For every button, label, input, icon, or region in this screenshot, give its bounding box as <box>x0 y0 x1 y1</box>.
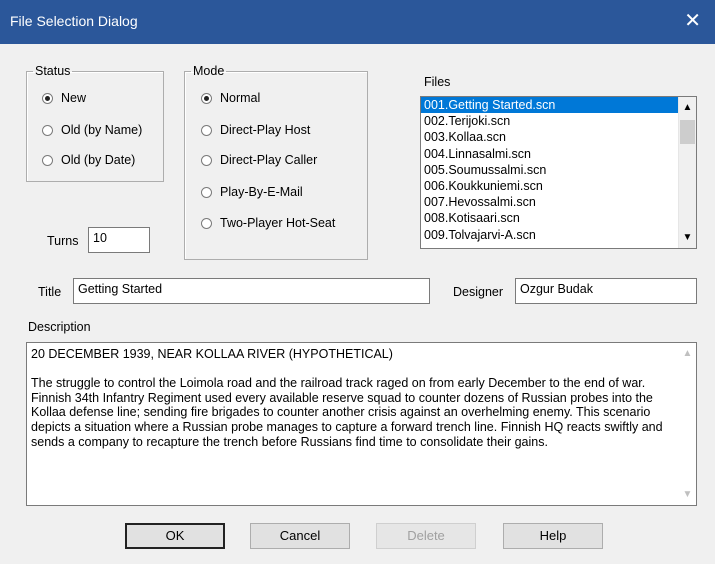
title-bar: File Selection Dialog ✕ <box>0 0 715 44</box>
file-list-item[interactable]: 001.Getting Started.scn <box>421 97 696 114</box>
file-list-item[interactable]: 005.Soumussalmi.scn <box>421 162 696 178</box>
radio-icon <box>42 92 53 104</box>
description-text: 20 DECEMBER 1939, NEAR KOLLAA RIVER (HYP… <box>31 347 672 464</box>
help-button[interactable]: Help <box>503 523 603 549</box>
radio-icon <box>201 217 212 229</box>
file-list-item[interactable]: 002.Terijoki.scn <box>421 113 696 129</box>
description-scrollbar[interactable]: ▲ ▼ <box>679 343 696 505</box>
radio-icon <box>201 124 212 136</box>
radio-icon <box>201 154 212 166</box>
window-title: File Selection Dialog <box>10 13 138 29</box>
file-list-item[interactable]: 004.Linnasalmi.scn <box>421 146 696 162</box>
description-heading: 20 DECEMBER 1939, NEAR KOLLAA RIVER (HYP… <box>31 347 393 361</box>
title-label: Title <box>38 285 62 299</box>
cancel-button[interactable]: Cancel <box>250 523 350 549</box>
radio-icon <box>201 92 212 104</box>
description-body: The struggle to control the Loimola road… <box>31 375 663 449</box>
mode-play-by-email-radio[interactable]: Play-By-E-Mail <box>201 185 303 199</box>
delete-button[interactable]: Delete <box>376 523 476 549</box>
radio-icon <box>42 124 53 136</box>
mode-direct-play-caller-radio[interactable]: Direct-Play Caller <box>201 153 317 167</box>
scroll-up-icon[interactable]: ▲ <box>679 345 696 362</box>
turns-input[interactable]: 10 <box>88 227 150 253</box>
ok-button[interactable]: OK <box>125 523 225 549</box>
turns-label: Turns <box>47 234 79 248</box>
scroll-down-icon[interactable]: ▼ <box>679 229 696 246</box>
files-scrollbar[interactable]: ▲ ▼ <box>678 97 696 248</box>
close-icon[interactable]: ✕ <box>684 8 701 34</box>
files-label: Files <box>424 75 451 89</box>
status-old-by-name-radio[interactable]: Old (by Name) <box>42 123 142 137</box>
file-list-item[interactable]: 003.Kollaa.scn <box>421 129 696 145</box>
scroll-thumb[interactable] <box>680 120 695 144</box>
mode-two-player-hot-seat-radio[interactable]: Two-Player Hot-Seat <box>201 216 335 230</box>
scroll-down-icon[interactable]: ▼ <box>679 486 696 503</box>
designer-input[interactable]: Ozgur Budak <box>515 278 697 304</box>
file-list-item[interactable]: 009.Tolvajarvi-A.scn <box>421 227 696 243</box>
mode-normal-radio[interactable]: Normal <box>201 91 260 105</box>
radio-icon <box>201 186 212 198</box>
mode-legend: Mode <box>193 64 225 78</box>
description-label: Description <box>28 320 91 334</box>
scroll-up-icon[interactable]: ▲ <box>679 99 696 116</box>
status-new-radio[interactable]: New <box>42 91 86 105</box>
designer-label: Designer <box>453 285 504 299</box>
file-list-item[interactable]: 006.Koukkuniemi.scn <box>421 178 696 194</box>
file-list-item[interactable]: 008.Kotisaari.scn <box>421 210 696 226</box>
files-listbox[interactable]: 001.Getting Started.scn 002.Terijoki.scn 0… <box>420 96 697 249</box>
files-list: 001.Getting Started.scn 002.Terijoki.scn 0… <box>421 97 696 243</box>
description-textarea[interactable]: 20 DECEMBER 1939, NEAR KOLLAA RIVER (HYP… <box>26 342 697 506</box>
title-input[interactable]: Getting Started <box>73 278 430 304</box>
mode-direct-play-host-radio[interactable]: Direct-Play Host <box>201 123 310 137</box>
status-old-by-date-radio[interactable]: Old (by Date) <box>42 153 135 167</box>
radio-icon <box>42 154 53 166</box>
file-list-item[interactable]: 007.Hevossalmi.scn <box>421 194 696 210</box>
status-legend: Status <box>35 64 71 78</box>
